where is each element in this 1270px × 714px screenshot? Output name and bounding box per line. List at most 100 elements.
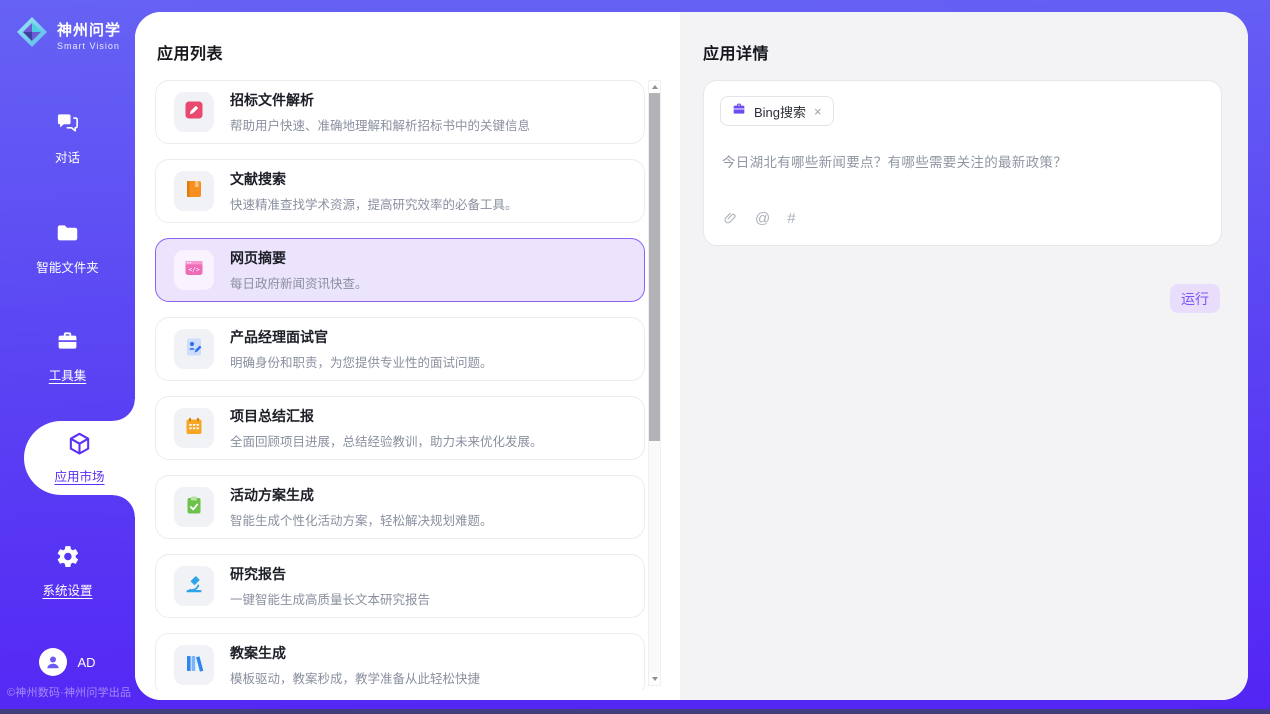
app-icon-tile	[174, 92, 214, 132]
app-list-title: 应用列表	[157, 40, 223, 64]
user-icon	[43, 652, 63, 672]
app-card-text: 教案生成模板驱动，教案秒成，教学准备从此轻松快捷	[230, 643, 480, 687]
app-name: 招标文件解析	[230, 90, 530, 110]
app-detail-title: 应用详情	[703, 40, 769, 64]
app-card-tender-analysis[interactable]: 招标文件解析帮助用户快速、准确地理解和解析招标书中的关键信息	[155, 80, 645, 144]
literature-icon	[183, 178, 205, 205]
app-icon-tile	[174, 329, 214, 369]
scrollbar-thumb[interactable]	[649, 93, 660, 441]
brand: 神州问学 Smart Vision	[14, 14, 121, 55]
app-card-web-summary[interactable]: </> 网页摘要每日政府新闻资讯快查。	[155, 238, 645, 302]
sidebar-item-smart-folder[interactable]: 智能文件夹	[0, 220, 135, 276]
input-toolbar: @#	[722, 210, 796, 227]
app-card-text: 活动方案生成智能生成个性化活动方案，轻松解决规划难题。	[230, 485, 493, 529]
user-row[interactable]: AD	[0, 648, 135, 676]
research-icon	[183, 573, 205, 600]
user-name: AD	[77, 655, 95, 670]
app-description: 一键智能生成高质量长文本研究报告	[230, 589, 430, 608]
app-card-research-report[interactable]: 研究报告一键智能生成高质量长文本研究报告	[155, 554, 645, 618]
window-bottom-edge	[0, 709, 1270, 714]
content-shell: 应用列表 招标文件解析帮助用户快速、准确地理解和解析招标书中的关键信息文献搜索快…	[135, 12, 1248, 700]
sidebar-item-app-market[interactable]: 应用市场	[24, 421, 135, 495]
app-card-literature-search[interactable]: 文献搜索快速精准查找学术资源，提高研究效率的必备工具。	[155, 159, 645, 223]
attachment-icon[interactable]	[722, 210, 738, 227]
cube-icon	[66, 431, 93, 462]
toolbox-icon	[54, 328, 81, 359]
app-name: 项目总结汇报	[230, 406, 543, 426]
brand-name: 神州问学	[57, 19, 121, 40]
brand-text: 神州问学 Smart Vision	[57, 19, 121, 51]
app-name: 活动方案生成	[230, 485, 493, 505]
app-card-text: 项目总结汇报全面回顾项目进展，总结经验教训，助力未来优化发展。	[230, 406, 543, 450]
sidebar-item-label: 智能文件夹	[36, 257, 99, 276]
app-card-pm-interviewer[interactable]: 产品经理面试官明确身份和职责，为您提供专业性的面试问题。	[155, 317, 645, 381]
svg-text:</>: </>	[188, 266, 199, 273]
scrollbar-up-button[interactable]	[649, 81, 660, 93]
web-summary-icon: </>	[183, 257, 205, 284]
app-name: 教案生成	[230, 643, 480, 663]
report-icon	[183, 415, 205, 442]
scrollbar-down-button[interactable]	[649, 673, 660, 685]
app-card-project-summary[interactable]: 项目总结汇报全面回顾项目进展，总结经验教训，助力未来优化发展。	[155, 396, 645, 460]
topic-icon[interactable]: #	[787, 210, 795, 227]
tender-doc-icon	[183, 99, 205, 126]
app-card-text: 网页摘要每日政府新闻资讯快查。	[230, 248, 368, 292]
app-list: 招标文件解析帮助用户快速、准确地理解和解析招标书中的关键信息文献搜索快速精准查找…	[155, 80, 660, 690]
list-scrollbar[interactable]	[648, 80, 661, 686]
scroll-down-icon	[652, 677, 658, 681]
prompt-card: Bing搜索 × 今日湖北有哪些新闻要点？有哪些需要关注的最新政策？ @#	[703, 80, 1222, 246]
app-card-text: 文献搜索快速精准查找学术资源，提高研究效率的必备工具。	[230, 169, 518, 213]
chip-close-icon[interactable]: ×	[813, 105, 823, 118]
folder-icon	[54, 220, 81, 251]
query-text[interactable]: 今日湖北有哪些新闻要点？有哪些需要关注的最新政策？	[722, 151, 1203, 171]
app-name: 文献搜索	[230, 169, 518, 189]
app-description: 明确身份和职责，为您提供专业性的面试问题。	[230, 352, 493, 371]
app-description: 智能生成个性化活动方案，轻松解决规划难题。	[230, 510, 493, 529]
sidebar-item-chat[interactable]: 对话	[0, 110, 135, 166]
app-description: 模板驱动，教案秒成，教学准备从此轻松快捷	[230, 668, 480, 687]
sidebar-item-label: 工具集	[49, 365, 87, 384]
app-icon-tile: </>	[174, 250, 214, 290]
app-description: 全面回顾项目进展，总结经验教训，助力未来优化发展。	[230, 431, 543, 450]
run-button[interactable]: 运行	[1170, 284, 1220, 313]
app-icon-tile	[174, 171, 214, 211]
app-icon-tile	[174, 408, 214, 448]
briefcase-icon	[731, 101, 747, 122]
app-icon-tile	[174, 645, 214, 685]
sidebar-item-toolset[interactable]: 工具集	[0, 328, 135, 384]
app-name: 网页摘要	[230, 248, 368, 268]
app-description: 每日政府新闻资讯快查。	[230, 273, 368, 292]
app-icon-tile	[174, 487, 214, 527]
app-card-lesson-plan[interactable]: 教案生成模板驱动，教案秒成，教学准备从此轻松快捷	[155, 633, 645, 690]
brand-logo-icon	[14, 14, 50, 55]
app-name: 研究报告	[230, 564, 430, 584]
sidebar-item-label: 应用市场	[54, 466, 104, 485]
sidebar-item-label: 对话	[55, 147, 80, 166]
app-description: 帮助用户快速、准确地理解和解析招标书中的关键信息	[230, 115, 530, 134]
interview-icon	[183, 336, 205, 363]
brand-subtitle: Smart Vision	[57, 41, 121, 51]
sidebar-footer: ©神州数码·神州问学出品	[7, 684, 135, 700]
app-card-text: 产品经理面试官明确身份和职责，为您提供专业性的面试问题。	[230, 327, 493, 371]
app-detail-panel: 应用详情 Bing搜索 × 今日湖北有哪些新闻要点？有哪些需要关注的最新政策？ …	[680, 12, 1248, 700]
app-icon-tile	[174, 566, 214, 606]
scroll-up-icon	[652, 85, 658, 89]
tool-chip-label: Bing搜索	[754, 102, 806, 121]
gear-icon	[55, 544, 81, 574]
app-window: 神州问学 Smart Vision 对话智能文件夹工具集应用市场系统设置 AD …	[0, 0, 1270, 714]
sidebar: 神州问学 Smart Vision 对话智能文件夹工具集应用市场系统设置 AD …	[0, 0, 135, 714]
chat-icon	[54, 110, 81, 141]
activity-icon	[183, 494, 205, 521]
lesson-icon	[183, 652, 205, 679]
app-card-activity-plan[interactable]: 活动方案生成智能生成个性化活动方案，轻松解决规划难题。	[155, 475, 645, 539]
app-card-text: 研究报告一键智能生成高质量长文本研究报告	[230, 564, 430, 608]
mention-icon[interactable]: @	[755, 210, 770, 227]
app-list-panel: 应用列表 招标文件解析帮助用户快速、准确地理解和解析招标书中的关键信息文献搜索快…	[135, 12, 680, 700]
app-name: 产品经理面试官	[230, 327, 493, 347]
sidebar-item-label: 系统设置	[42, 580, 92, 599]
avatar[interactable]	[39, 648, 67, 676]
app-card-text: 招标文件解析帮助用户快速、准确地理解和解析招标书中的关键信息	[230, 90, 530, 134]
app-description: 快速精准查找学术资源，提高研究效率的必备工具。	[230, 194, 518, 213]
sidebar-item-settings[interactable]: 系统设置	[0, 544, 135, 599]
tool-chip-bing-search[interactable]: Bing搜索 ×	[720, 96, 834, 126]
